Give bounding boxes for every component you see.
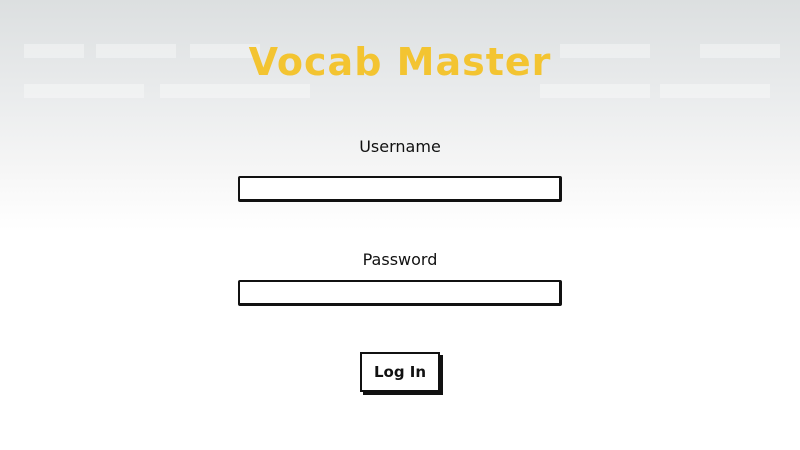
password-label: Password [362, 250, 438, 269]
username-label: Username [359, 137, 441, 156]
login-button[interactable]: Log In [360, 352, 440, 392]
password-input[interactable] [238, 280, 562, 306]
username-input[interactable] [238, 176, 562, 202]
app-title: Vocab Master [248, 40, 552, 84]
